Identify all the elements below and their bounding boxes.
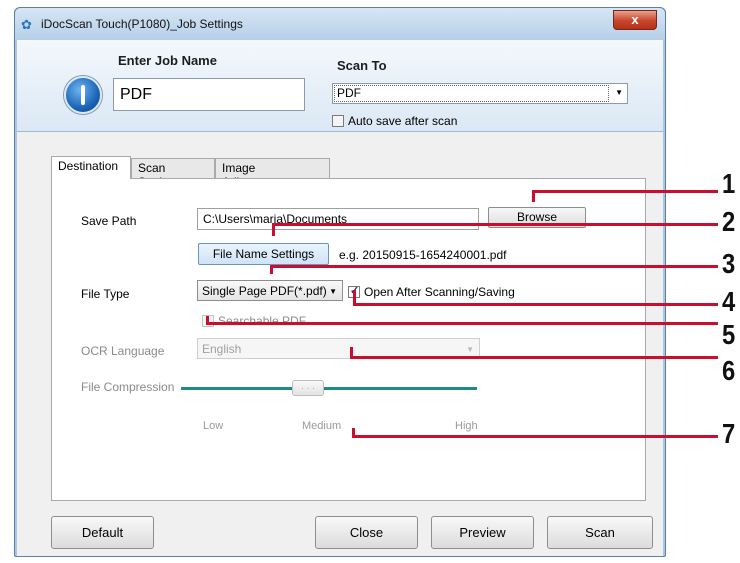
tick-high: High <box>455 420 478 432</box>
file-type-label: File Type <box>81 287 130 301</box>
file-name-settings-button[interactable]: File Name Settings <box>198 243 329 265</box>
checkbox-box <box>332 115 344 127</box>
chevron-down-icon: ▼ <box>466 345 474 354</box>
chevron-down-icon: ▼ <box>615 88 623 97</box>
callout-line-3 <box>270 265 718 268</box>
job-name-input[interactable]: PDF <box>113 78 305 111</box>
file-type-dropdown[interactable]: Single Page PDF(*.pdf) ▼ <box>197 280 343 301</box>
searchable-pdf-checkbox: Searchable PDF <box>202 314 306 328</box>
job-name-label: Enter Job Name <box>118 53 217 68</box>
tick-low: Low <box>203 420 224 432</box>
file-type-value: Single Page PDF(*.pdf) <box>202 284 327 298</box>
file-compression-label: File Compression <box>81 380 175 394</box>
compression-slider-thumb[interactable]: · · · <box>292 380 324 396</box>
callout-number-3: 3 <box>722 248 736 279</box>
save-path-label: Save Path <box>81 214 137 228</box>
compression-slider-track[interactable] <box>181 387 477 390</box>
scan-button[interactable]: Scan <box>547 516 653 549</box>
job-settings-window: ✿ iDocScan Touch(P1080)_Job Settings x E… <box>14 7 666 557</box>
window-title: iDocScan Touch(P1080)_Job Settings <box>41 17 243 31</box>
callout-line-4 <box>353 303 718 306</box>
callout-number-7: 7 <box>722 418 736 449</box>
callout-number-6: 6 <box>722 355 736 386</box>
scan-to-label: Scan To <box>337 58 387 73</box>
auto-save-checkbox[interactable]: Auto save after scan <box>332 114 457 128</box>
chevron-down-icon: ▼ <box>329 287 337 296</box>
default-button[interactable]: Default <box>51 516 154 549</box>
open-after-label: Open After Scanning/Saving <box>364 285 515 299</box>
callout-number-5: 5 <box>722 319 736 350</box>
tick-medium: Medium <box>302 420 342 432</box>
tab-destination[interactable]: Destination <box>51 156 131 179</box>
searchable-pdf-label: Searchable PDF <box>218 314 307 328</box>
tab-image-adjustments[interactable]: Image Adjustments <box>215 158 330 189</box>
callout-number-1: 1 <box>722 168 736 199</box>
preview-button[interactable]: Preview <box>431 516 534 549</box>
scan-to-select[interactable]: PDF ▼ <box>332 83 628 104</box>
callout-number-2: 2 <box>722 206 736 237</box>
app-logo-icon <box>64 76 102 114</box>
open-after-checkbox[interactable]: Open After Scanning/Saving <box>348 284 515 299</box>
app-gear-icon: ✿ <box>21 17 32 32</box>
save-path-input[interactable]: C:\Users\maria\Documents <box>197 208 479 230</box>
settings-body: Destination Scan Settings Image Adjustme… <box>17 132 663 556</box>
close-window-button[interactable]: x <box>613 10 657 30</box>
ocr-language-value: English <box>202 342 242 356</box>
auto-save-label: Auto save after scan <box>348 114 458 128</box>
destination-panel: Save Path C:\Users\maria\Documents Brows… <box>51 178 646 501</box>
callout-line-5 <box>206 322 718 325</box>
file-name-example: e.g. 20150915-1654240001.pdf <box>339 248 507 262</box>
title-bar: ✿ iDocScan Touch(P1080)_Job Settings x <box>15 8 665 40</box>
tab-scan-settings[interactable]: Scan Settings <box>131 158 215 189</box>
callout-line-6 <box>350 356 718 359</box>
callout-line-7 <box>352 435 718 438</box>
scan-to-value: PDF <box>337 86 361 100</box>
ocr-language-label: OCR Language <box>81 344 165 358</box>
close-button[interactable]: Close <box>315 516 418 549</box>
job-header: Enter Job Name PDF Scan To PDF ▼ Auto sa… <box>17 40 663 132</box>
callout-number-4: 4 <box>722 286 736 317</box>
callout-line-2 <box>272 223 718 226</box>
callout-line-1 <box>532 190 718 193</box>
